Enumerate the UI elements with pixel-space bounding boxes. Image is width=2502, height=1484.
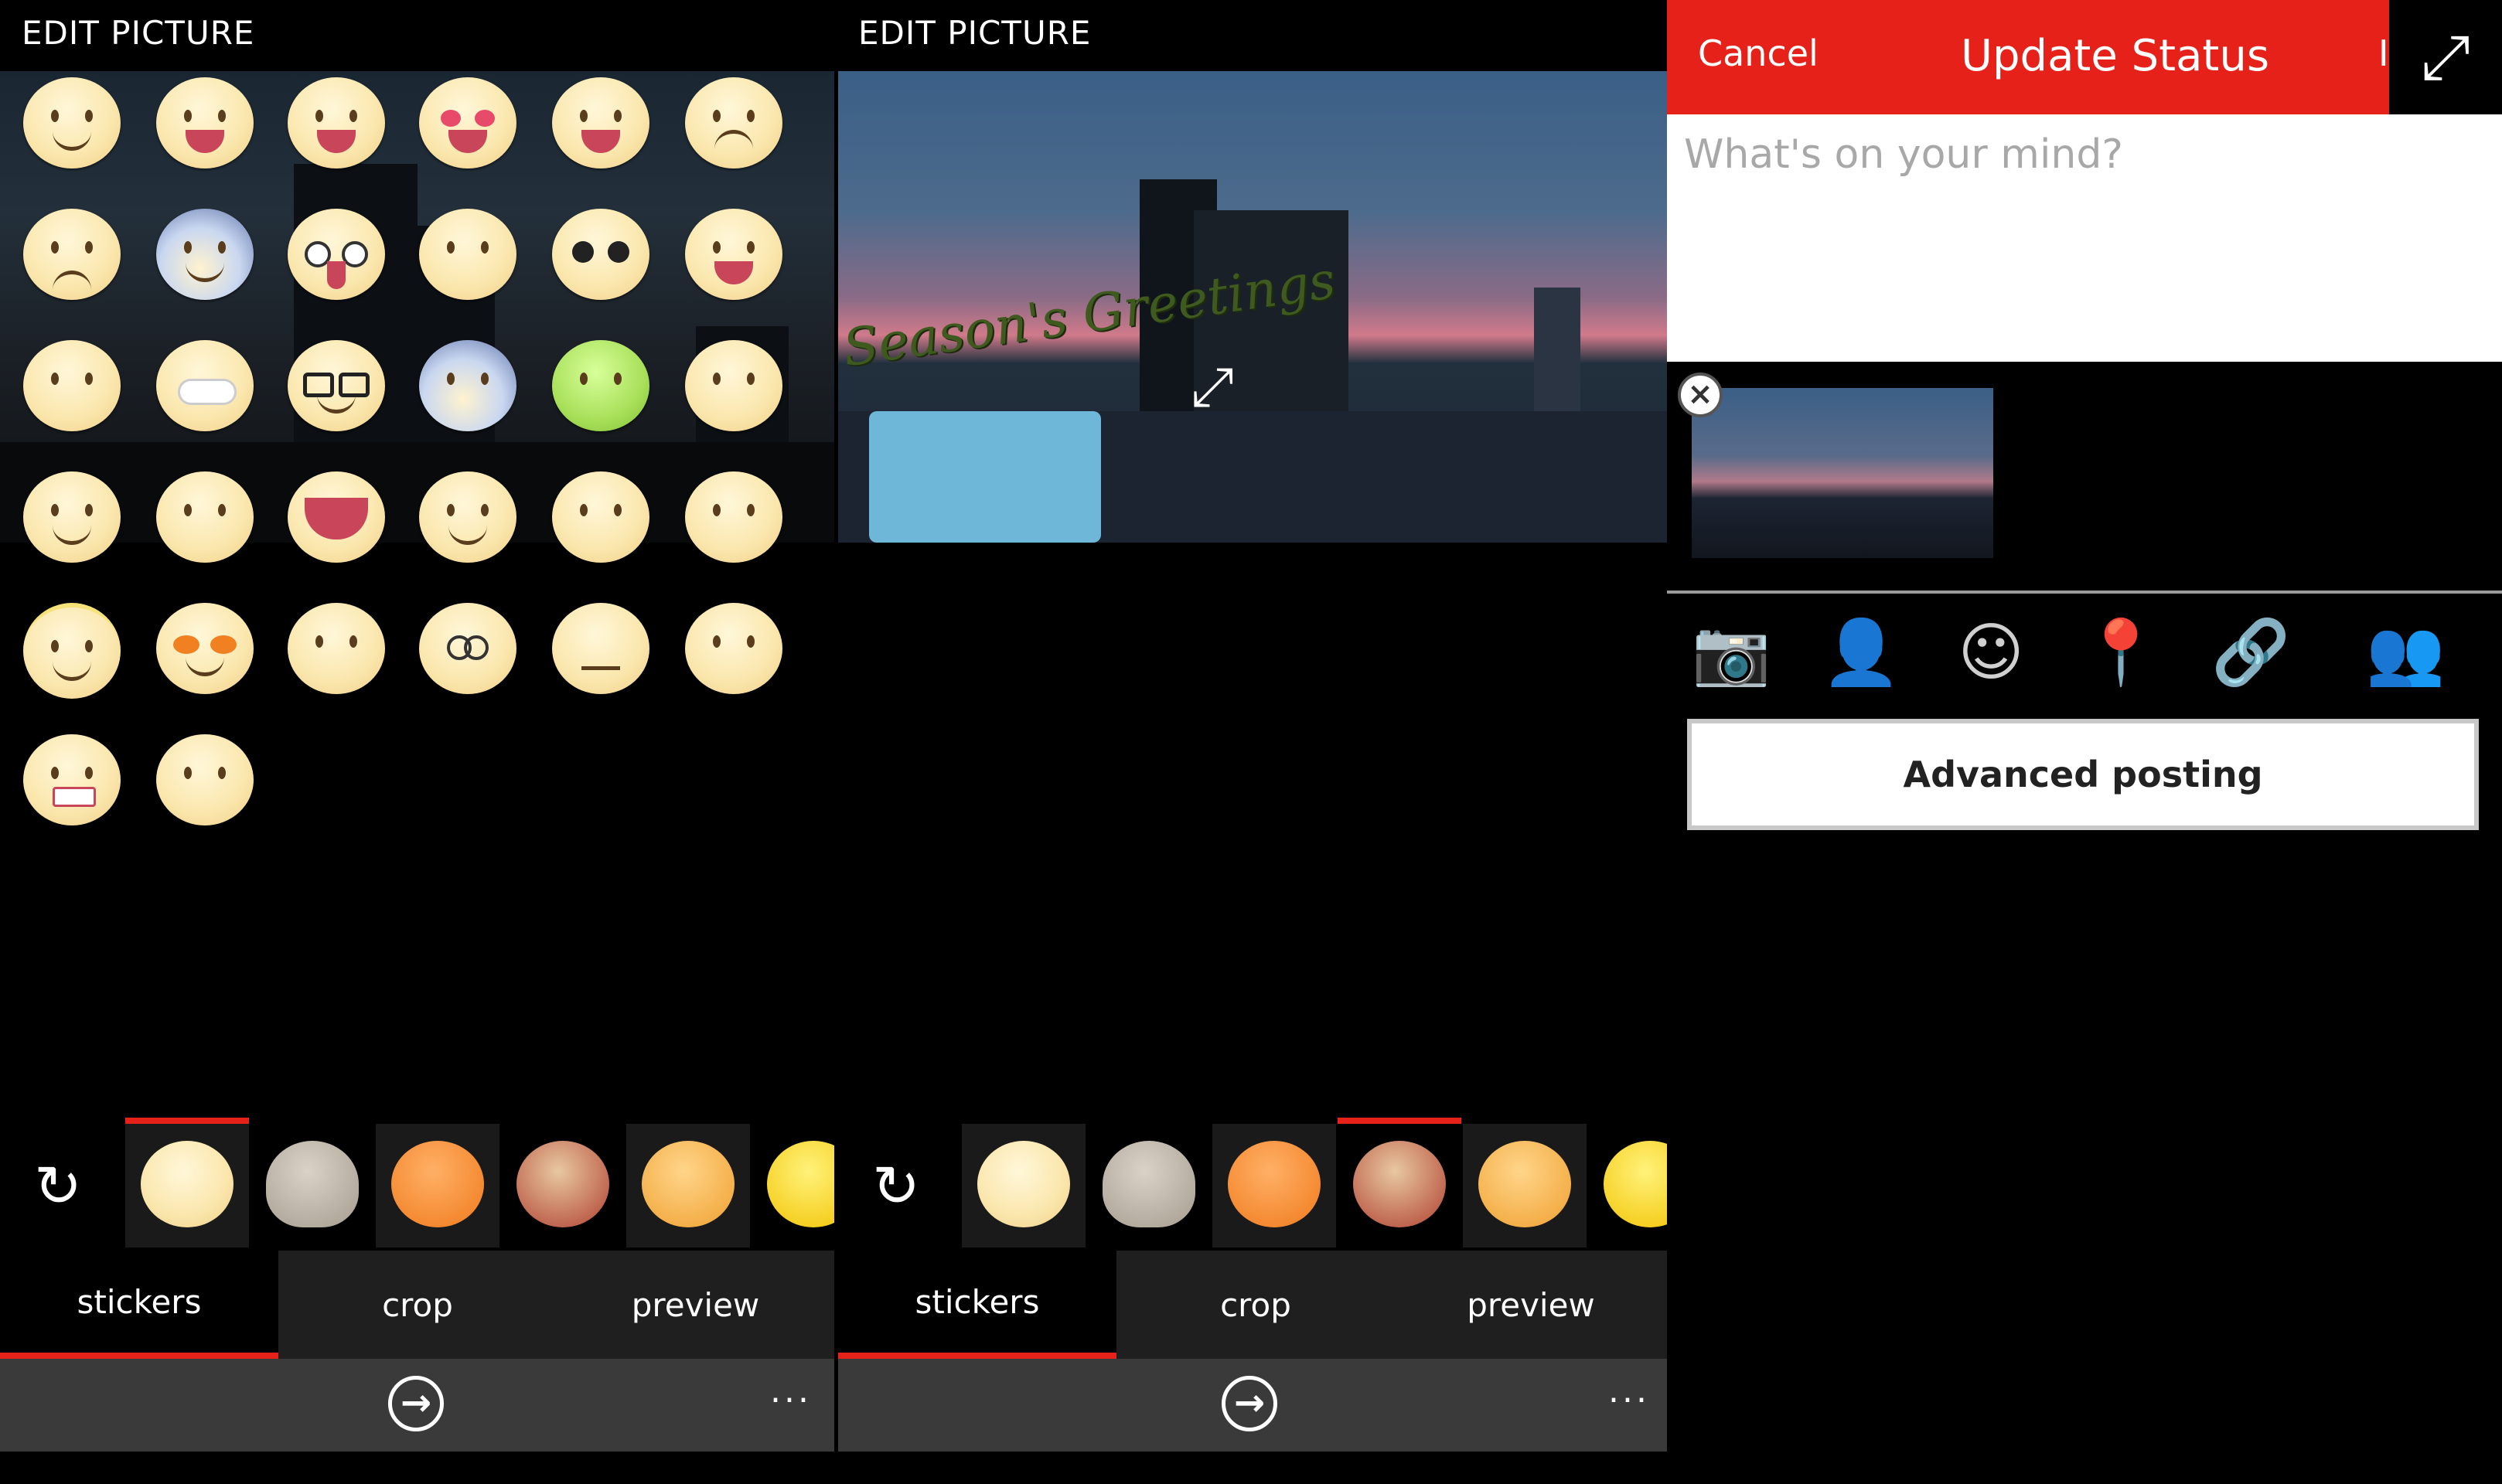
sticker-pack-chick[interactable] <box>752 1124 834 1247</box>
bunny-beach-sticker[interactable] <box>869 411 1101 543</box>
page-title: EDIT PICTURE <box>22 14 255 52</box>
emoji-squint-laugh[interactable] <box>685 209 782 300</box>
edit-tabs: stickers crop preview <box>838 1251 1667 1359</box>
emoji-icon[interactable]: ☺ <box>1948 611 2033 696</box>
more-options-icon[interactable]: ... <box>770 1371 812 1411</box>
sticker-pack-cat[interactable] <box>1087 1124 1211 1247</box>
sticker-pack-strip: ↻ <box>838 1118 1667 1249</box>
camera-icon[interactable]: 📷 <box>1689 611 1774 696</box>
sticker-pack-chick[interactable] <box>1588 1124 1667 1247</box>
emoji-grumpy[interactable] <box>23 734 121 825</box>
emoji-annoyed[interactable] <box>685 340 782 431</box>
emoji-sick[interactable] <box>552 340 649 431</box>
fullscreen-icon[interactable]: ⤢ <box>2389 0 2502 114</box>
remove-photo-icon[interactable]: × <box>1678 373 1723 417</box>
emoji-expressionless[interactable] <box>552 603 649 694</box>
status-input[interactable]: What's on your mind? <box>1667 114 2502 362</box>
app-bar: → ... <box>0 1359 834 1452</box>
page-title: Update Status <box>1961 31 2270 81</box>
emoji-grin[interactable] <box>156 340 254 431</box>
sticker-pack-emoji[interactable] <box>962 1124 1086 1247</box>
sticker-pack-tiger[interactable] <box>376 1124 499 1247</box>
tab-stickers[interactable]: stickers <box>838 1251 1116 1359</box>
edit-picture-stickers-panel: EDIT PICTURE ↻ stickers crop preview → .… <box>0 0 834 1484</box>
sticker-pack-shiba[interactable] <box>626 1124 750 1247</box>
sticker-pack-cat[interactable] <box>251 1124 374 1247</box>
emoji-neutral[interactable] <box>23 340 121 431</box>
emoji-sad[interactable] <box>552 471 649 563</box>
sticker-pack-emoji[interactable] <box>125 1118 249 1247</box>
edit-picture-preview-panel: EDIT PICTURE Season's Greetings ⤢ ↻ stic… <box>838 0 1667 1484</box>
next-arrow-icon[interactable]: → <box>388 1376 444 1431</box>
tab-crop[interactable]: crop <box>278 1251 557 1359</box>
refresh-icon[interactable]: ↻ <box>31 1158 85 1215</box>
sticker-pack-strip: ↻ <box>0 1118 834 1249</box>
update-status-panel: Cancel Update Status I ⤢ What's on your … <box>1667 0 2502 1484</box>
advanced-posting-button[interactable]: Advanced posting <box>1687 719 2479 830</box>
emoji-glasses[interactable] <box>288 340 385 431</box>
emoji-plain[interactable] <box>685 471 782 563</box>
emoji-big-mouth[interactable] <box>288 471 385 563</box>
emoji-tongue[interactable] <box>156 77 254 168</box>
emoji-laugh[interactable] <box>288 77 385 168</box>
attached-photo-thumbnail[interactable] <box>1692 388 1993 558</box>
cancel-button[interactable]: Cancel <box>1698 32 1819 74</box>
emoji-dizzy[interactable] <box>419 603 516 694</box>
tag-friend-icon[interactable]: 👤 <box>1819 611 1904 696</box>
emoji-skeptical[interactable] <box>156 734 254 825</box>
tab-preview[interactable]: preview <box>557 1251 834 1359</box>
emoji-crying[interactable] <box>156 209 254 300</box>
sticker-pack-tiger[interactable] <box>1212 1124 1336 1247</box>
emoji-whistle[interactable] <box>419 209 516 300</box>
emoji-covering[interactable] <box>288 603 385 694</box>
emoji-smile[interactable] <box>23 77 121 168</box>
status-placeholder: What's on your mind? <box>1684 131 2123 178</box>
resize-expand-icon[interactable]: ⤢ <box>1181 356 1243 417</box>
emoji-sunglasses[interactable] <box>156 603 254 694</box>
status-header: Cancel Update Status I <box>1667 0 2389 114</box>
divider <box>1667 591 2502 594</box>
refresh-icon[interactable]: ↻ <box>869 1158 923 1215</box>
more-options-icon[interactable]: ... <box>1608 1371 1650 1411</box>
edit-tabs: stickers crop preview <box>0 1251 834 1359</box>
link-icon[interactable]: 🔗 <box>2208 611 2293 696</box>
tab-stickers[interactable]: stickers <box>0 1251 278 1359</box>
emoji-tears-of-joy[interactable] <box>552 77 649 168</box>
emoji-star-eyes[interactable] <box>552 209 649 300</box>
audience-icon[interactable]: 👥 <box>2363 611 2448 696</box>
sticker-pack-mouse[interactable] <box>1338 1118 1461 1247</box>
emoji-squeeze[interactable] <box>685 603 782 694</box>
emoji-tongue-out[interactable] <box>156 471 254 563</box>
emoji-heart-eyes[interactable] <box>419 77 516 168</box>
page-title: EDIT PICTURE <box>858 14 1092 52</box>
emoji-worried[interactable] <box>23 209 121 300</box>
sticker-pack-mouse[interactable] <box>501 1124 625 1247</box>
emoji-wink[interactable] <box>419 471 516 563</box>
emoji-sweat[interactable] <box>685 77 782 168</box>
tab-crop[interactable]: crop <box>1116 1251 1395 1359</box>
next-arrow-icon[interactable]: → <box>1222 1376 1277 1431</box>
emoji-blush[interactable] <box>23 471 121 563</box>
emoji-shocked[interactable] <box>288 209 385 300</box>
location-icon[interactable]: 📍 <box>2078 611 2163 696</box>
edited-photo: Season's Greetings ⤢ <box>838 71 1667 543</box>
emoji-angel[interactable] <box>23 603 121 699</box>
app-bar: → ... <box>838 1359 1667 1452</box>
emoji-gloomy[interactable] <box>419 340 516 431</box>
post-button-clipped[interactable]: I <box>2378 32 2389 74</box>
tab-preview[interactable]: preview <box>1395 1251 1667 1359</box>
status-toolbar: 📷 👤 ☺ 📍 🔗 👥 <box>1667 611 2502 696</box>
sticker-pack-shiba[interactable] <box>1463 1124 1587 1247</box>
